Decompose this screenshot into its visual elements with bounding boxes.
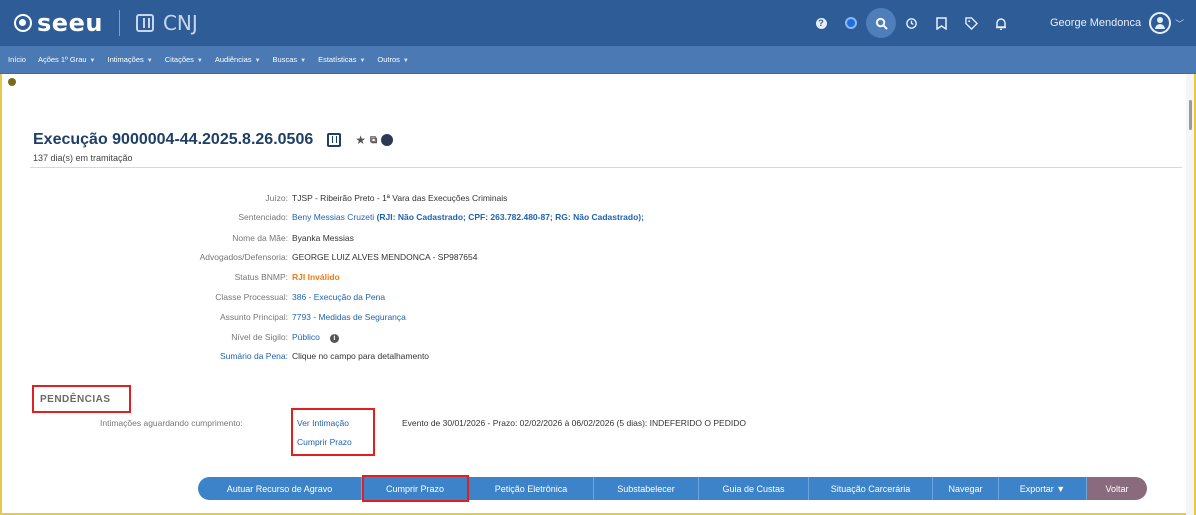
sigilo-link[interactable]: Público [292,332,320,342]
chevron-down-icon: ▼ [196,58,203,64]
status-disc-icon[interactable] [381,134,394,146]
cnj-mark-icon [135,14,154,32]
links-highlight [291,408,375,456]
user-name: George Mendonca [1050,17,1142,29]
brand-name: seeu [37,9,103,37]
menu-item-audiencias[interactable]: Audiências ▼ [215,55,261,64]
field-label: Assunto Principal: [219,312,288,322]
field-label: Classe Processual: [215,292,288,302]
chevron-down-icon: ▼ [146,58,153,64]
menu-item-citacoes[interactable]: Citações ▼ [165,55,203,64]
bookmark-icon[interactable] [926,8,956,38]
field-value: GEORGE LUIZ ALVES MENDONCA - SP987654 [292,252,478,262]
menu-item-intimacoes[interactable]: Intimações ▼ [108,55,153,64]
field-value: TJSP - Ribeirão Preto - 1ª Vara das Exec… [292,193,508,203]
field-label: Sentenciado: [238,212,288,222]
menu-item-inicio[interactable]: Início [8,55,26,64]
tag-icon[interactable] [956,8,986,38]
top-bar: seeu CNJ [0,0,1196,46]
action-bar: Autuar Recurso de Agravo Cumprir Prazo P… [198,477,1147,500]
help-icon[interactable]: ? [806,8,836,38]
pendencias-title: PENDÊNCIAS [40,394,111,405]
classe-link[interactable]: 386 - Execução da Pena [292,292,385,302]
chevron-down-icon: ▼ [359,58,366,64]
scrollbar[interactable] [1186,74,1194,515]
title-divider [30,167,1182,168]
history-icon[interactable] [896,8,926,38]
chevron-down-icon: ▼ [300,58,307,64]
chevron-down-icon: ▼ [402,58,409,64]
menu-item-buscas[interactable]: Buscas ▼ [273,55,307,64]
brand-separator [118,10,120,36]
avatar-icon [1149,12,1172,34]
cumprir-prazo-link[interactable]: Cumprir Prazo [297,437,352,447]
header-icons: ? [806,8,1016,38]
field-label: Advogados/Defensoria: [199,252,288,262]
scrollbar-thumb[interactable] [1189,100,1192,130]
exportar-button[interactable]: Exportar ▼ [999,477,1087,500]
chevron-down-icon: ▼ [89,58,96,64]
menu-item-estatisticas[interactable]: Estatísticas ▼ [318,55,365,64]
sentenciado-docs: (RJI: Não Cadastrado; CPF: 263.782.480-8… [376,212,644,222]
process-duration: 137 dia(s) em tramitação [33,153,133,163]
situacao-carceraria-button[interactable]: Situação Carcerária [809,477,933,500]
field-label: Status BNMP: [234,272,288,282]
process-title: Execução 9000004-44.2025.8.26.0506 [33,131,314,148]
voltar-button[interactable]: Voltar [1087,477,1147,500]
peticao-eletronica-button[interactable]: Petição Eletrônica [469,477,594,500]
user-menu[interactable]: George Mendonca ﹀ [1050,12,1184,34]
chevron-down-icon: ▼ [254,58,261,64]
menu-item-acoes[interactable]: Ações 1º Grau ▼ [38,55,96,64]
cumprir-prazo-highlight [362,475,469,502]
seeu-logo-icon [14,14,32,32]
brand[interactable]: seeu CNJ [14,9,198,37]
bell-icon[interactable] [986,8,1016,38]
intimacoes-label: Intimações aguardando cumprimento: [100,418,243,428]
field-value: Byanka Messias [292,233,354,243]
info-icon[interactable]: i [329,333,339,343]
menu-item-outros[interactable]: Outros ▼ [377,55,408,64]
field-label: Nome da Mãe: [232,233,288,243]
ver-intimacao-link[interactable]: Ver Intimação [297,418,349,428]
guia-custas-button[interactable]: Guia de Custas [699,477,809,500]
clipboard-icon[interactable]: ⧉ [370,135,377,146]
sumario-label[interactable]: Sumário da Pena: [220,351,288,361]
copy-icon[interactable] [327,133,342,147]
status-badge: RJI Inválido [292,272,340,282]
sentenciado-link[interactable]: Beny Messias Cruzeti [292,212,374,222]
corner-marker [8,78,16,86]
assunto-link[interactable]: 7793 - Medidas de Segurança [292,312,406,322]
navegar-button[interactable]: Navegar [933,477,999,500]
cnj-logo: CNJ [135,11,198,35]
field-label: Juízo: [265,193,288,203]
autuar-recurso-button[interactable]: Autuar Recurso de Agravo [198,477,362,500]
evento-text: Evento de 30/01/2026 - Prazo: 02/02/2026… [402,418,746,428]
page-title: Execução 9000004-44.2025.8.26.0506 ★ ⧉ [33,131,394,149]
star-icon[interactable]: ★ [355,133,366,147]
page-frame [0,0,1196,515]
theme-toggle-icon[interactable] [836,8,866,38]
substabelecer-button[interactable]: Substabelecer [594,477,699,500]
field-label: Nível de Sigilo: [231,332,288,342]
org-name: CNJ [162,11,198,35]
chevron-down-icon: ﹀ [1175,18,1185,29]
main-menu: Início Ações 1º Grau ▼ Intimações ▼ Citaçõ… [0,46,1196,74]
sumario-value[interactable]: Clique no campo para detalhamento [292,351,429,361]
seeu-logo[interactable]: seeu [14,9,103,37]
search-icon[interactable] [866,8,896,38]
